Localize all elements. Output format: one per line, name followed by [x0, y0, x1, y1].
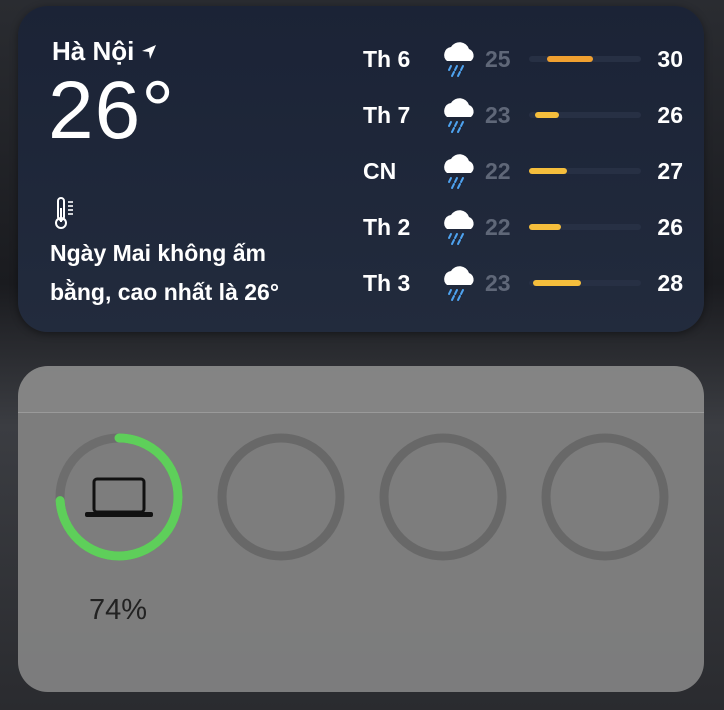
forecast-high: 26 [657, 101, 683, 128]
battery-ring-empty [541, 433, 669, 561]
ring-track [217, 433, 345, 561]
temp-range-track [529, 280, 641, 286]
forecast-summary: Ngày Mai không ấm bằng, cao nhất là 26° [50, 234, 340, 312]
widget-header-sheen [18, 366, 704, 413]
forecast-day: Th 3 [363, 269, 411, 296]
forecast-day: CN [363, 157, 397, 184]
forecast-row: CN 22 27 [363, 151, 683, 191]
forecast-row: Th 3 23 28 [363, 263, 683, 303]
city-header: Hà Nội [52, 36, 158, 67]
laptop-icon [85, 477, 153, 517]
rain-cloud-icon [444, 154, 474, 189]
forecast-low: 25 [485, 45, 511, 72]
battery-ring-laptop [55, 433, 183, 561]
rain-cloud-icon [444, 98, 474, 133]
forecast-low: 22 [485, 157, 511, 184]
temp-range-bar [529, 224, 561, 230]
summary-line-2: bằng, cao nhất là 26° [50, 279, 280, 305]
forecast-high: 26 [657, 213, 683, 240]
forecast-day: Th 2 [363, 213, 411, 240]
battery-percent: 74% [88, 594, 148, 626]
ring-track [379, 433, 507, 561]
location-arrow-icon [142, 44, 157, 59]
temp-range-bar [535, 112, 559, 118]
temp-range-track [529, 168, 641, 174]
rain-cloud-icon [444, 42, 474, 77]
forecast-row: Th 2 22 26 [363, 207, 683, 247]
forecast-row: Th 6 25 30 [363, 39, 683, 79]
forecast-high: 28 [657, 269, 683, 296]
forecast-day: Th 6 [363, 45, 411, 72]
city-name: Hà Nội [52, 36, 135, 66]
forecast-low: 22 [485, 213, 511, 240]
battery-widget[interactable]: 74% [18, 366, 704, 692]
summary-line-1: Ngày Mai không ấm [50, 240, 266, 266]
forecast-high: 30 [657, 45, 683, 72]
battery-ring-empty [217, 433, 345, 561]
rain-cloud-icon [444, 210, 474, 245]
temp-range-track [529, 112, 641, 118]
battery-ring-empty [379, 433, 507, 561]
forecast-day: Th 7 [363, 101, 411, 128]
forecast-high: 27 [657, 157, 683, 184]
forecast-low: 23 [485, 269, 511, 296]
temp-range-bar [533, 280, 581, 286]
current-temperature: 26° [48, 65, 176, 156]
weather-widget[interactable]: Hà Nội 26° Ngày Mai không ấm bằng, cao n… [18, 6, 704, 332]
thermometer-icon [55, 197, 73, 229]
temp-range-track [529, 224, 641, 230]
temp-range-bar [547, 56, 593, 62]
forecast-row: Th 7 23 26 [363, 95, 683, 135]
rain-cloud-icon [444, 266, 474, 301]
temp-range-bar [529, 168, 567, 174]
ring-track [541, 433, 669, 561]
forecast-low: 23 [485, 101, 511, 128]
temp-range-track [529, 56, 641, 62]
